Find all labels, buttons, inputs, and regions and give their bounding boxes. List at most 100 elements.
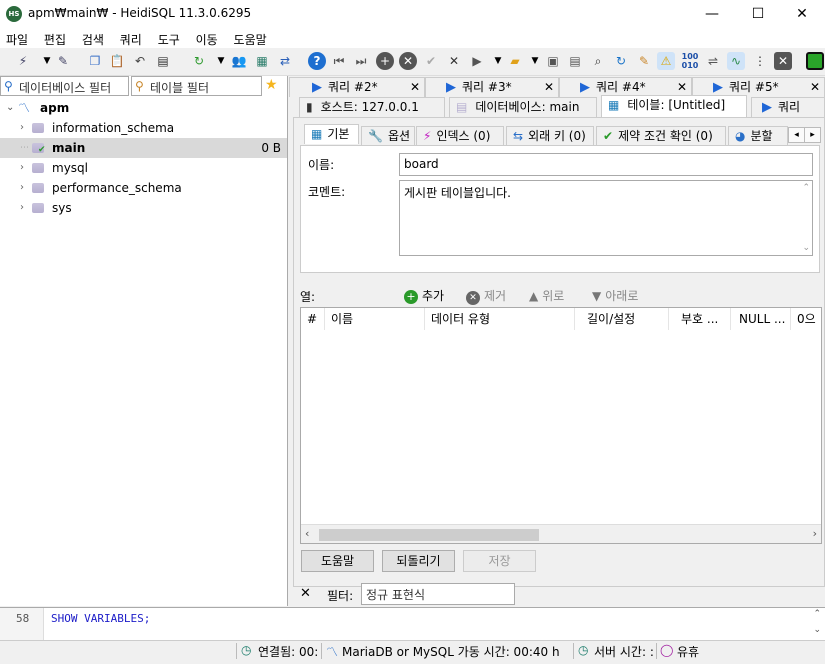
grid-header-zerofill[interactable]: 0으	[791, 308, 821, 330]
tab-foreign-keys[interactable]: ⇆ 외래 키 (0)	[506, 126, 594, 146]
tab-host[interactable]: ▮ 호스트: 127.0.0.1	[299, 97, 445, 117]
connect-icon[interactable]: ⚡	[14, 52, 32, 70]
tab-query-5[interactable]: ▶ 쿼리 #5* ✕	[692, 77, 825, 97]
tree-item-sys[interactable]: › sys	[0, 198, 287, 218]
tab-scroll-right-icon[interactable]: ▸	[804, 127, 821, 143]
copy-icon[interactable]: ❐	[86, 52, 104, 70]
more-icon[interactable]: ⋮	[751, 52, 769, 70]
post-icon[interactable]: ✔	[422, 52, 440, 70]
menu-file[interactable]: 파일	[0, 28, 28, 48]
menu-query[interactable]: 쿼리	[114, 28, 142, 48]
help-icon[interactable]: ?	[308, 52, 326, 70]
maximize-button[interactable]: ☐	[735, 0, 781, 28]
scroll-left-icon[interactable]: ‹	[305, 527, 309, 540]
scrollbar-thumb[interactable]	[319, 529, 539, 541]
first-icon[interactable]: ⏮	[330, 52, 348, 70]
print-icon[interactable]: ▤	[154, 52, 172, 70]
transfer-icon[interactable]: ⇄	[276, 52, 294, 70]
paste-icon[interactable]: 📋	[108, 52, 126, 70]
delete-record-icon[interactable]: ✕	[399, 52, 417, 70]
binary-icon[interactable]: 100 010	[681, 52, 699, 70]
open-dropdown-icon[interactable]: ▼	[526, 52, 544, 70]
add-record-icon[interactable]: +	[376, 52, 394, 70]
tab-indexes[interactable]: ⚡ 인덱스 (0)	[416, 126, 504, 146]
autocomplete-icon[interactable]: ∿	[727, 52, 745, 70]
filter-regex-input[interactable]: 정규 표현식	[361, 583, 515, 605]
save-snippet-icon[interactable]: ▤	[566, 52, 584, 70]
chevron-right-icon[interactable]: ›	[20, 178, 24, 198]
tree-root-apm[interactable]: ⌄ 〽 apm	[0, 98, 287, 118]
tab-query-2[interactable]: ▶ 쿼리 #2* ✕	[289, 77, 425, 97]
tab-options[interactable]: 🔧 옵션	[361, 126, 415, 146]
chevron-right-icon[interactable]: ›	[20, 198, 24, 218]
wrap-icon[interactable]: ⇌	[704, 52, 722, 70]
add-column-button[interactable]: + 추가	[404, 287, 444, 304]
scroll-up-icon[interactable]: ⌃	[802, 183, 810, 193]
save-sql-icon[interactable]: ▣	[544, 52, 562, 70]
scroll-up-icon[interactable]: ⌃	[813, 609, 821, 619]
grid-header-length[interactable]: 길이/설정	[581, 308, 669, 330]
move-up-button[interactable]: ▲ 위로	[529, 287, 564, 304]
save-button[interactable]: 저장	[463, 550, 536, 572]
tab-table[interactable]: ▦ 테이블: [Untitled]	[601, 95, 747, 117]
close-icon[interactable]: ✕	[410, 78, 420, 97]
minimize-button[interactable]: —	[689, 0, 735, 28]
remove-column-button[interactable]: ✕ 제거	[466, 287, 506, 305]
tab-database[interactable]: ▤ 데이터베이스: main	[449, 97, 597, 117]
columns-grid[interactable]: # 이름 데이터 유형 길이/설정 부호 ... NULL ... 0으 ‹ ›	[300, 307, 822, 544]
tab-basic[interactable]: ▦ 기본	[304, 124, 359, 144]
tab-query[interactable]: ▶ 쿼리	[751, 97, 825, 117]
table-name-input[interactable]: board	[399, 153, 813, 176]
tab-check-constraints[interactable]: ✔ 제약 조건 확인 (0)	[596, 126, 726, 146]
stop-icon[interactable]: ✕	[774, 52, 792, 70]
revert-button[interactable]: 되돌리기	[382, 550, 455, 572]
export-icon[interactable]: ▦	[253, 52, 271, 70]
tree-item-mysql[interactable]: › mysql	[0, 158, 287, 178]
open-folder-icon[interactable]: ▰	[506, 52, 524, 70]
grid-header-name[interactable]: 이름	[325, 308, 425, 330]
close-icon[interactable]: ✕	[544, 78, 554, 97]
scroll-down-icon[interactable]: ⌄	[813, 625, 821, 635]
sql-log-text[interactable]: SHOW VARIABLES;	[51, 612, 150, 625]
tab-query-4[interactable]: ▶ 쿼리 #4* ✕	[559, 77, 692, 97]
refresh-icon[interactable]: ↻	[190, 52, 208, 70]
chevron-right-icon[interactable]: ›	[20, 158, 24, 178]
menu-search[interactable]: 검색	[76, 28, 104, 48]
close-icon[interactable]: ✕	[810, 78, 820, 97]
close-filter-icon[interactable]: ✕	[300, 586, 311, 601]
tab-query-3[interactable]: ▶ 쿼리 #3* ✕	[425, 77, 559, 97]
chevron-right-icon[interactable]: ›	[20, 118, 24, 138]
menu-help[interactable]: 도움말	[228, 28, 267, 48]
horizontal-scrollbar[interactable]: ‹ ›	[301, 524, 821, 543]
menu-edit[interactable]: 편집	[38, 28, 66, 48]
scroll-down-icon[interactable]: ⌄	[802, 243, 810, 253]
table-filter-input[interactable]: ⚲ 테이블 필터	[131, 76, 262, 96]
tree-item-information-schema[interactable]: › information_schema	[0, 118, 287, 138]
tab-partitions[interactable]: ◕ 분할	[728, 126, 788, 146]
find-icon[interactable]: ⌕	[589, 52, 607, 70]
undo-icon[interactable]: ↶	[131, 52, 149, 70]
execute-icon[interactable]: ▶	[468, 52, 486, 70]
menu-tools[interactable]: 도구	[152, 28, 180, 48]
grid-header-unsigned[interactable]: 부호 ...	[675, 308, 731, 330]
tree-item-main[interactable]: ⋯ ✔ main 0 B	[0, 138, 287, 158]
chevron-down-icon[interactable]: ⌄	[6, 98, 14, 118]
close-button[interactable]: ✕	[779, 0, 825, 28]
grid-header-number[interactable]: #	[301, 308, 325, 330]
move-down-button[interactable]: ▼ 아래로	[592, 287, 638, 304]
scroll-right-icon[interactable]: ›	[813, 527, 817, 540]
execute-dropdown-icon[interactable]: ▼	[489, 52, 507, 70]
warnings-icon[interactable]: ⚠	[657, 52, 675, 70]
help-button[interactable]: 도움말	[301, 550, 374, 572]
tab-scroll-left-icon[interactable]: ◂	[788, 127, 805, 143]
database-filter-input[interactable]: ⚲ 데이터베이스 필터	[0, 76, 129, 96]
table-comment-textarea[interactable]: 게시판 테이블입니다. ⌃ ⌄	[399, 180, 813, 256]
format-icon[interactable]: ✎	[635, 52, 653, 70]
replace-icon[interactable]: ↻	[612, 52, 630, 70]
refresh-dropdown-icon[interactable]: ▼	[212, 52, 230, 70]
disconnect-icon[interactable]: ✎	[54, 52, 72, 70]
last-icon[interactable]: ⏭	[352, 52, 370, 70]
favorites-star-icon[interactable]: ★	[265, 77, 278, 93]
tree-item-performance-schema[interactable]: › performance_schema	[0, 178, 287, 198]
grid-header-datatype[interactable]: 데이터 유형	[425, 308, 575, 330]
